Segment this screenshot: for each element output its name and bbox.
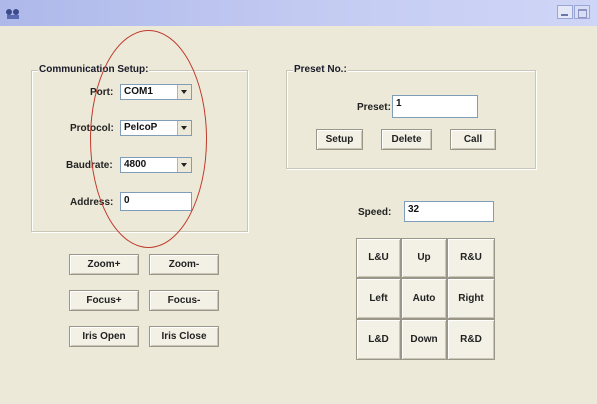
protocol-select[interactable]: PelcoP <box>120 120 192 136</box>
pan-left-up-button[interactable]: L&U <box>356 238 401 278</box>
pan-left-down-button[interactable]: L&D <box>356 319 401 360</box>
preset-group: Preset No.: <box>286 64 536 169</box>
app-window: Communication Setup: Port: COM1 Protocol… <box>0 0 597 404</box>
minimize-icon[interactable] <box>557 5 573 19</box>
zoom-in-button[interactable]: Zoom+ <box>69 254 139 275</box>
title-bar[interactable] <box>0 0 597 26</box>
baudrate-value: 4800 <box>124 159 147 170</box>
tilt-down-button[interactable]: Down <box>401 319 447 360</box>
port-value: COM1 <box>124 86 153 97</box>
app-icon <box>5 6 21 20</box>
focus-in-button[interactable]: Focus+ <box>69 290 139 311</box>
tilt-up-button[interactable]: Up <box>401 238 447 278</box>
port-label: Port: <box>90 87 114 98</box>
preset-label: Preset: <box>357 102 391 113</box>
auto-button[interactable]: Auto <box>401 278 447 319</box>
setup-button[interactable]: Setup <box>316 129 363 150</box>
baudrate-select[interactable]: 4800 <box>120 157 192 173</box>
call-button[interactable]: Call <box>450 129 496 150</box>
pan-left-button[interactable]: Left <box>356 278 401 319</box>
iris-close-button[interactable]: Iris Close <box>149 326 219 347</box>
iris-open-button[interactable]: Iris Open <box>69 326 139 347</box>
focus-out-button[interactable]: Focus- <box>149 290 219 311</box>
zoom-out-button[interactable]: Zoom- <box>149 254 219 275</box>
address-input[interactable]: 0 <box>120 192 192 211</box>
chevron-down-icon[interactable] <box>177 85 191 99</box>
chevron-down-icon[interactable] <box>177 121 191 135</box>
pan-right-up-button[interactable]: R&U <box>447 238 495 278</box>
pan-right-button[interactable]: Right <box>447 278 495 319</box>
preset-group-title: Preset No.: <box>293 64 348 75</box>
communication-setup-title: Communication Setup: <box>38 64 150 75</box>
address-label: Address: <box>70 197 114 208</box>
protocol-label: Protocol: <box>70 123 114 134</box>
maximize-icon[interactable] <box>574 5 590 19</box>
pan-right-down-button[interactable]: R&D <box>447 319 495 360</box>
delete-button[interactable]: Delete <box>381 129 432 150</box>
chevron-down-icon[interactable] <box>177 158 191 172</box>
preset-input[interactable]: 1 <box>392 95 478 118</box>
protocol-value: PelcoP <box>124 122 158 133</box>
speed-label: Speed: <box>358 207 392 218</box>
baudrate-label: Baudrate: <box>66 160 113 171</box>
speed-input[interactable]: 32 <box>404 201 494 222</box>
port-select[interactable]: COM1 <box>120 84 192 100</box>
